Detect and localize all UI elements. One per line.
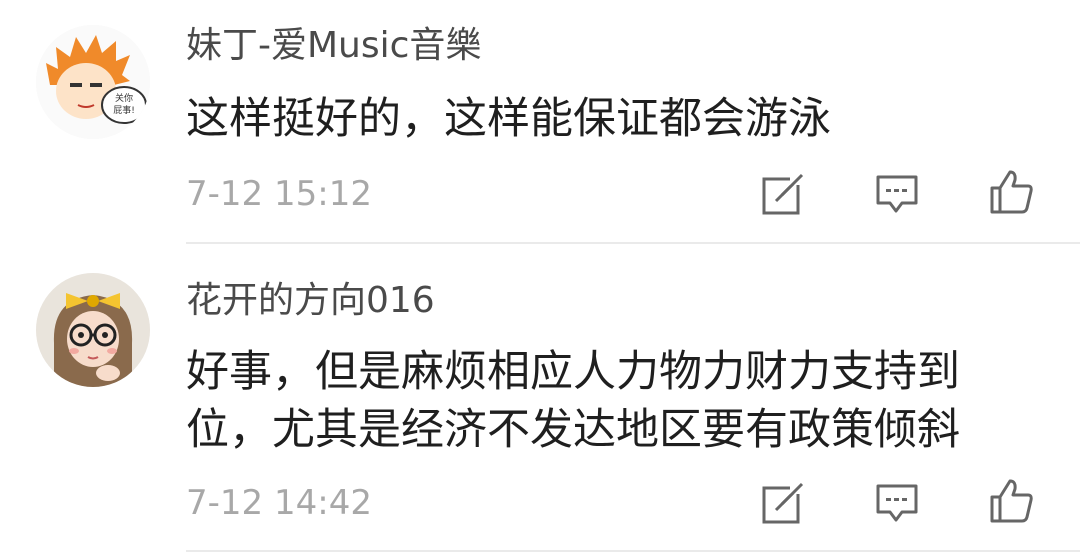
timestamp: 7-12 14:42 (186, 483, 372, 523)
edit-button[interactable] (760, 171, 806, 217)
edit-button[interactable] (760, 480, 806, 526)
edit-icon (762, 171, 806, 215)
edit-icon (762, 480, 806, 524)
thumbs-up-icon (990, 479, 1033, 523)
comment-content: 这样挺好的，这样能保证都会游泳 (186, 94, 831, 144)
svg-text:关你: 关你 (115, 92, 133, 104)
divider (186, 550, 1080, 552)
comment-item: 花开的方向016 好事，但是麻烦相应人力物力财力支持到位，尤其是经济不发达地区要… (0, 245, 1080, 555)
avatar[interactable]: 关你 屁事! (36, 25, 150, 139)
reply-button[interactable] (874, 480, 920, 526)
comment-icon (876, 484, 918, 522)
username[interactable]: 花开的方向016 (186, 279, 435, 323)
comment-icon (876, 175, 918, 213)
timestamp: 7-12 15:12 (186, 174, 372, 214)
like-button[interactable] (988, 168, 1034, 214)
comment-content: 好事，但是麻烦相应人力物力财力支持到位，尤其是经济不发达地区要有政策倾斜 (186, 347, 960, 455)
thumbs-up-icon (990, 170, 1033, 214)
like-button[interactable] (988, 477, 1034, 523)
svg-text:屁事!: 屁事! (113, 104, 135, 116)
avatar[interactable] (36, 273, 150, 387)
divider (186, 242, 1080, 244)
comment-item: 关你 屁事! 妹丁-爱Music音樂 这样挺好的，这样能保证都会游泳 7-12 … (0, 0, 1080, 245)
reply-button[interactable] (874, 171, 920, 217)
username[interactable]: 妹丁-爱Music音樂 (186, 24, 481, 68)
